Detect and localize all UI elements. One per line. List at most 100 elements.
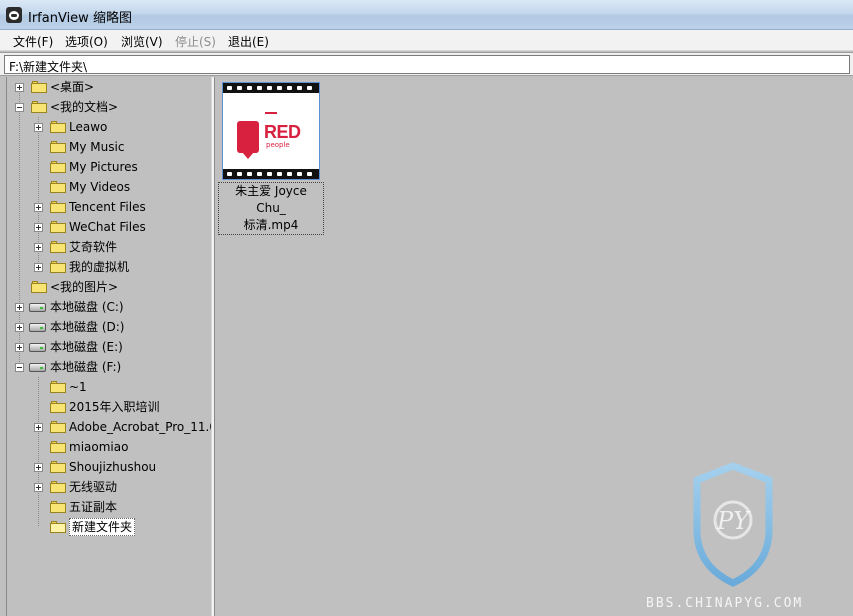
folder-icon [50, 401, 66, 413]
tree-item[interactable]: 我的虚拟机 [7, 257, 211, 277]
folder-icon [31, 81, 47, 93]
folder-icon [50, 481, 66, 493]
window-title: IrfanView 缩略图 [28, 11, 132, 26]
expand-plus-icon[interactable] [34, 203, 43, 212]
tree-item-label: 艾奇软件 [69, 240, 118, 254]
tree-item[interactable]: 本地磁盘 (C:) [7, 297, 211, 317]
tree-item-label: 无线驱动 [69, 480, 118, 494]
tree-item[interactable]: Tencent Files [7, 197, 211, 217]
chinapyg-shield-logo-icon: PY [693, 462, 773, 587]
folder-icon [31, 281, 47, 293]
tree-item-label: 五证副本 [69, 500, 118, 514]
tree-item[interactable]: WeChat Files [7, 217, 211, 237]
folder-icon [31, 101, 47, 113]
tree-item-label: ~1 [69, 380, 87, 394]
expand-plus-icon[interactable] [34, 243, 43, 252]
tree-item[interactable]: My Pictures [7, 157, 211, 177]
red-logo-text: RED [264, 122, 301, 142]
open-folder-icon [50, 521, 66, 533]
video-frame-image: RED people [223, 93, 319, 169]
folder-icon [50, 501, 66, 513]
tree-item[interactable]: My Videos [7, 177, 211, 197]
film-strip-bottom [223, 169, 319, 179]
red-people-logo-icon [237, 121, 259, 159]
tree-item-label: <桌面> [50, 80, 95, 94]
thumbnail-caption[interactable]: 朱主爱 Joyce Chu_ 标清.mp4 [218, 182, 324, 235]
tree-item-label: My Pictures [69, 160, 138, 174]
tree-item-label: Leawo [69, 120, 108, 134]
watermark-logo-text: PY [716, 507, 751, 535]
irfanview-app-icon[interactable] [6, 7, 22, 23]
red-logo-subtext: people [266, 141, 290, 149]
menu-options[interactable]: 选项(O) [65, 33, 108, 50]
film-strip-top [223, 83, 319, 93]
tree-item[interactable]: miaomiao [7, 437, 211, 457]
folder-tree-pane[interactable]: <桌面> <我的文档> Leawo My Music My Pictures My Vid… [6, 77, 211, 616]
collapse-minus-icon[interactable] [15, 363, 24, 372]
tree-item[interactable]: Leawo [7, 117, 211, 137]
expand-plus-icon[interactable] [34, 223, 43, 232]
collapse-minus-icon[interactable] [15, 103, 24, 112]
folder-icon [50, 141, 66, 153]
hard-drive-icon [29, 303, 46, 312]
address-bar: F:\新建文件夹\ [0, 52, 853, 76]
folder-icon [50, 121, 66, 133]
tree-item[interactable]: <我的图片> [7, 277, 211, 297]
expand-plus-icon[interactable] [15, 303, 24, 312]
tree-item-label: My Videos [69, 180, 131, 194]
hard-drive-icon [29, 343, 46, 352]
tree-item[interactable]: <我的文档> [7, 97, 211, 117]
folder-icon [50, 161, 66, 173]
folder-icon [50, 201, 66, 213]
thumbnail-video-card[interactable]: RED people [222, 82, 320, 180]
tree-item[interactable]: 本地磁盘 (D:) [7, 317, 211, 337]
thumbnail-caption-line1: 朱主爱 Joyce Chu_ [235, 184, 307, 215]
tree-item[interactable]: Shoujizhushou [7, 457, 211, 477]
address-path-field[interactable]: F:\新建文件夹\ [4, 55, 850, 74]
menu-stop[interactable]: 停止(S) [175, 33, 216, 50]
tree-item[interactable]: 新建文件夹 [7, 517, 211, 537]
watermark-text: BBS.CHINAPYG.COM [646, 596, 804, 611]
folder-icon [50, 221, 66, 233]
expand-plus-icon[interactable] [34, 463, 43, 472]
tree-item-label: 本地磁盘 (C:) [50, 300, 124, 314]
tree-item-label: WeChat Files [69, 220, 146, 234]
hard-drive-icon [29, 363, 46, 372]
tree-item-label: My Music [69, 140, 125, 154]
tree-item[interactable]: 艾奇软件 [7, 237, 211, 257]
tree-item-label: 本地磁盘 (F:) [50, 360, 122, 374]
red-logo-mark [265, 112, 277, 114]
folder-icon [50, 421, 66, 433]
tree-item[interactable]: 无线驱动 [7, 477, 211, 497]
folder-icon [50, 441, 66, 453]
folder-icon [50, 181, 66, 193]
folder-icon [50, 261, 66, 273]
hard-drive-icon [29, 323, 46, 332]
expand-plus-icon[interactable] [15, 323, 24, 332]
expand-plus-icon[interactable] [34, 483, 43, 492]
tree-item-label: <我的文档> [50, 100, 119, 114]
expand-plus-icon[interactable] [34, 123, 43, 132]
tree-item-label: 本地磁盘 (D:) [50, 320, 125, 334]
tree-item[interactable]: My Music [7, 137, 211, 157]
expand-plus-icon[interactable] [34, 263, 43, 272]
folder-icon [50, 241, 66, 253]
tree-item[interactable]: Adobe_Acrobat_Pro_11.0 [7, 417, 211, 437]
expand-plus-icon[interactable] [34, 423, 43, 432]
folder-icon [50, 461, 66, 473]
tree-item[interactable]: 本地磁盘 (F:) [7, 357, 211, 377]
expand-plus-icon[interactable] [15, 343, 24, 352]
tree-item-label: 2015年入职培训 [69, 400, 160, 414]
tree-item[interactable]: 2015年入职培训 [7, 397, 211, 417]
tree-item[interactable]: ~1 [7, 377, 211, 397]
menu-view[interactable]: 浏览(V) [121, 33, 163, 50]
tree-item[interactable]: <桌面> [7, 77, 211, 97]
tree-item-label: <我的图片> [50, 280, 119, 294]
tree-item-label: miaomiao [69, 440, 129, 454]
menu-exit[interactable]: 退出(E) [228, 33, 269, 50]
tree-item[interactable]: 五证副本 [7, 497, 211, 517]
expand-plus-icon[interactable] [15, 83, 24, 92]
tree-item[interactable]: 本地磁盘 (E:) [7, 337, 211, 357]
title-bar: IrfanView 缩略图 [0, 0, 853, 30]
menu-file[interactable]: 文件(F) [13, 33, 53, 50]
